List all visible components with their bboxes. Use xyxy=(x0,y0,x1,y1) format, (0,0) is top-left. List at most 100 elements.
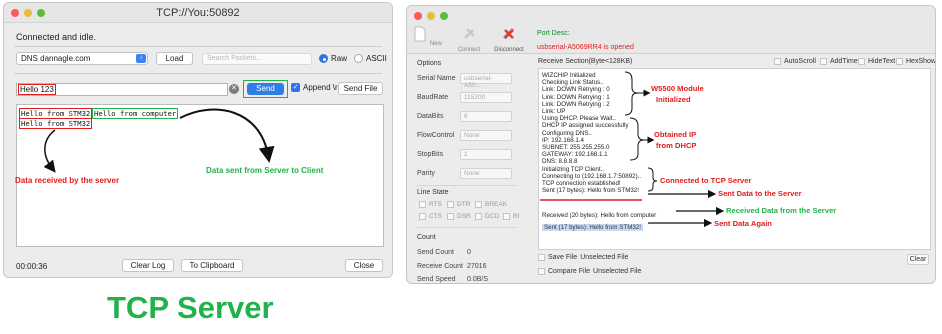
serial-name-select[interactable]: usbserial-A50... xyxy=(460,73,512,89)
annotation-connected: Connected to TCP Server xyxy=(660,176,752,185)
receive-log-line: Link: DOWN Retrying : 1 xyxy=(542,93,610,101)
clear-input-icon[interactable]: ✕ xyxy=(229,84,239,94)
raw-radio[interactable]: Raw xyxy=(319,54,347,63)
baudrate-select[interactable]: 115200 xyxy=(460,92,512,103)
checkbox-icon xyxy=(475,201,482,208)
connect-tool-label: Connect xyxy=(457,47,481,53)
rts-checkbox[interactable]: RTS xyxy=(419,201,442,208)
checkbox-icon xyxy=(419,201,426,208)
receive-log-line: Link: UP xyxy=(542,108,566,115)
compare-file-checkbox[interactable]: Compare File Unselected File xyxy=(538,268,641,275)
annotation-dhcp-line2: from DHCP xyxy=(656,141,697,150)
minimize-window-icon[interactable] xyxy=(427,12,435,20)
left-title-bar: TCP://You:50892 xyxy=(4,3,392,23)
receive-log-line: WIZCHIP Initialized xyxy=(542,72,596,79)
receive-log-line: Initializing TCP Client.. xyxy=(542,165,605,173)
line-state-heading: Line State xyxy=(417,189,449,196)
log-line-received: Hello from STM32 xyxy=(18,108,93,119)
save-file-checkbox[interactable]: Save File Unselected File xyxy=(538,254,628,261)
send-file-button[interactable]: Send File xyxy=(338,82,383,95)
to-clipboard-button[interactable]: To Clipboard xyxy=(181,259,243,272)
receive-log-line: SUBNET: 255.255.255.0 xyxy=(542,144,610,151)
checkbox-checked-icon: ✓ xyxy=(291,83,300,92)
receive-log-line: IP: 192.168.1.4 xyxy=(542,136,584,144)
hidetext-checkbox[interactable]: HideText xyxy=(858,58,895,65)
annotation-data-sent: Data sent from Server to Client xyxy=(206,166,324,175)
checkbox-icon xyxy=(419,213,426,220)
receive-log-line: Connecting to (192.168.1.7:50892).. xyxy=(542,172,642,180)
flowcontrol-select[interactable]: None xyxy=(460,130,512,141)
disconnect-icon xyxy=(502,27,515,40)
clear-button[interactable]: Clear xyxy=(907,254,929,265)
dns-select[interactable]: DNS dannagle.com ↕ xyxy=(16,52,148,65)
sent-again-line: Sent (17 bytes): Hello from STM32! xyxy=(542,224,643,231)
stopbits-select[interactable]: 1 xyxy=(460,149,512,160)
log-line-received: Hello from STM32 xyxy=(18,118,93,129)
addtime-label: AddTime xyxy=(830,58,858,65)
receive-log-line: DHCP IP assigned successfully xyxy=(542,122,629,130)
break-checkbox[interactable]: BREAK xyxy=(475,201,507,208)
divider xyxy=(14,46,382,47)
close-window-icon[interactable] xyxy=(414,12,422,20)
append-checkbox[interactable]: ✓ Append \r xyxy=(291,83,338,92)
window-controls xyxy=(414,12,448,20)
databits-select[interactable]: 8 xyxy=(460,111,512,122)
dtr-label: DTR xyxy=(457,201,471,208)
receive-log-line: GATEWAY: 192.168.1.1 xyxy=(542,151,608,159)
disconnect-tool[interactable]: Disconnect xyxy=(489,26,529,53)
annotation-w5500-line2: Initialized xyxy=(656,95,691,104)
close-button[interactable]: Close xyxy=(345,259,383,272)
receive-section-label: Receive Section(Byte<128KB) xyxy=(538,58,633,65)
hexshow-checkbox[interactable]: HexShow xyxy=(896,58,935,65)
receive-log-line: DNS: 8.8.8.8 xyxy=(542,158,578,166)
dns-select-value: DNS dannagle.com xyxy=(21,54,91,63)
checkbox-icon xyxy=(896,58,903,65)
annotation-sent: Sent Data to the Server xyxy=(718,189,802,198)
dcd-checkbox: DCD xyxy=(475,213,499,220)
cts-checkbox: CTS xyxy=(419,213,442,220)
annotation-data-received: Data received by the server xyxy=(15,176,120,185)
addtime-checkbox[interactable]: AddTime xyxy=(820,58,858,65)
rts-label: RTS xyxy=(429,201,442,208)
append-checkbox-label: Append \r xyxy=(303,83,338,92)
hidetext-label: HideText xyxy=(868,58,896,65)
receive-log-line: TCP connection established! xyxy=(542,180,621,187)
ascii-radio[interactable]: ASCII xyxy=(354,54,387,63)
send-count-value: 0 xyxy=(467,249,471,256)
load-button[interactable]: Load xyxy=(156,52,193,65)
connect-icon xyxy=(464,28,475,39)
annotation-sent-again: Sent Data Again xyxy=(714,219,772,228)
field-label: BaudRate xyxy=(417,94,449,101)
send-button[interactable]: Send xyxy=(247,83,284,95)
checkbox-icon xyxy=(503,213,510,220)
port-desc-label: Port Desc: xyxy=(537,30,570,37)
maximize-window-icon[interactable] xyxy=(440,12,448,20)
save-file-value: Unselected File xyxy=(580,254,629,261)
connect-tool[interactable]: Connect xyxy=(449,26,489,53)
annotation-received: Received Data from the Server xyxy=(726,206,837,215)
autoscroll-checkbox[interactable]: AutoScroll xyxy=(774,58,816,65)
break-label: BREAK xyxy=(485,201,508,208)
new-tool[interactable]: New xyxy=(407,26,447,47)
dsr-checkbox: DSR xyxy=(447,213,471,220)
annotation-dhcp-line1: Obtained IP xyxy=(654,130,697,139)
field-label: Serial Name xyxy=(417,75,456,82)
message-input-value: Hello 123 xyxy=(18,84,56,95)
field-label: FlowControl xyxy=(417,132,455,139)
message-input[interactable]: Hello 123 xyxy=(16,83,228,96)
clear-log-button[interactable]: Clear Log xyxy=(122,259,174,272)
send-speed-label: Send Speed xyxy=(417,276,456,283)
window-title: TCP://You:50892 xyxy=(156,7,240,19)
receive-count-label: Receive Count xyxy=(417,263,463,270)
port-status: usbserial-A5069RR4 is opened xyxy=(537,44,634,51)
parity-select[interactable]: None xyxy=(460,168,512,179)
receive-count-value: 27016 xyxy=(467,263,487,270)
cts-label: CTS xyxy=(429,213,442,220)
receive-log-line: Link: DOWN Retrying : 0 xyxy=(542,86,610,94)
dtr-checkbox[interactable]: DTR xyxy=(447,201,470,208)
elapsed-timer: 00:00:36 xyxy=(16,262,48,271)
receive-panel: Receive Section(Byte<128KB) AutoScroll A… xyxy=(538,58,935,280)
receive-log-line: Sent (17 bytes): Hello from STM32! xyxy=(542,187,639,195)
search-packets-input[interactable]: Search Packets... xyxy=(202,53,312,65)
page-caption: TCP Server xyxy=(107,290,274,325)
